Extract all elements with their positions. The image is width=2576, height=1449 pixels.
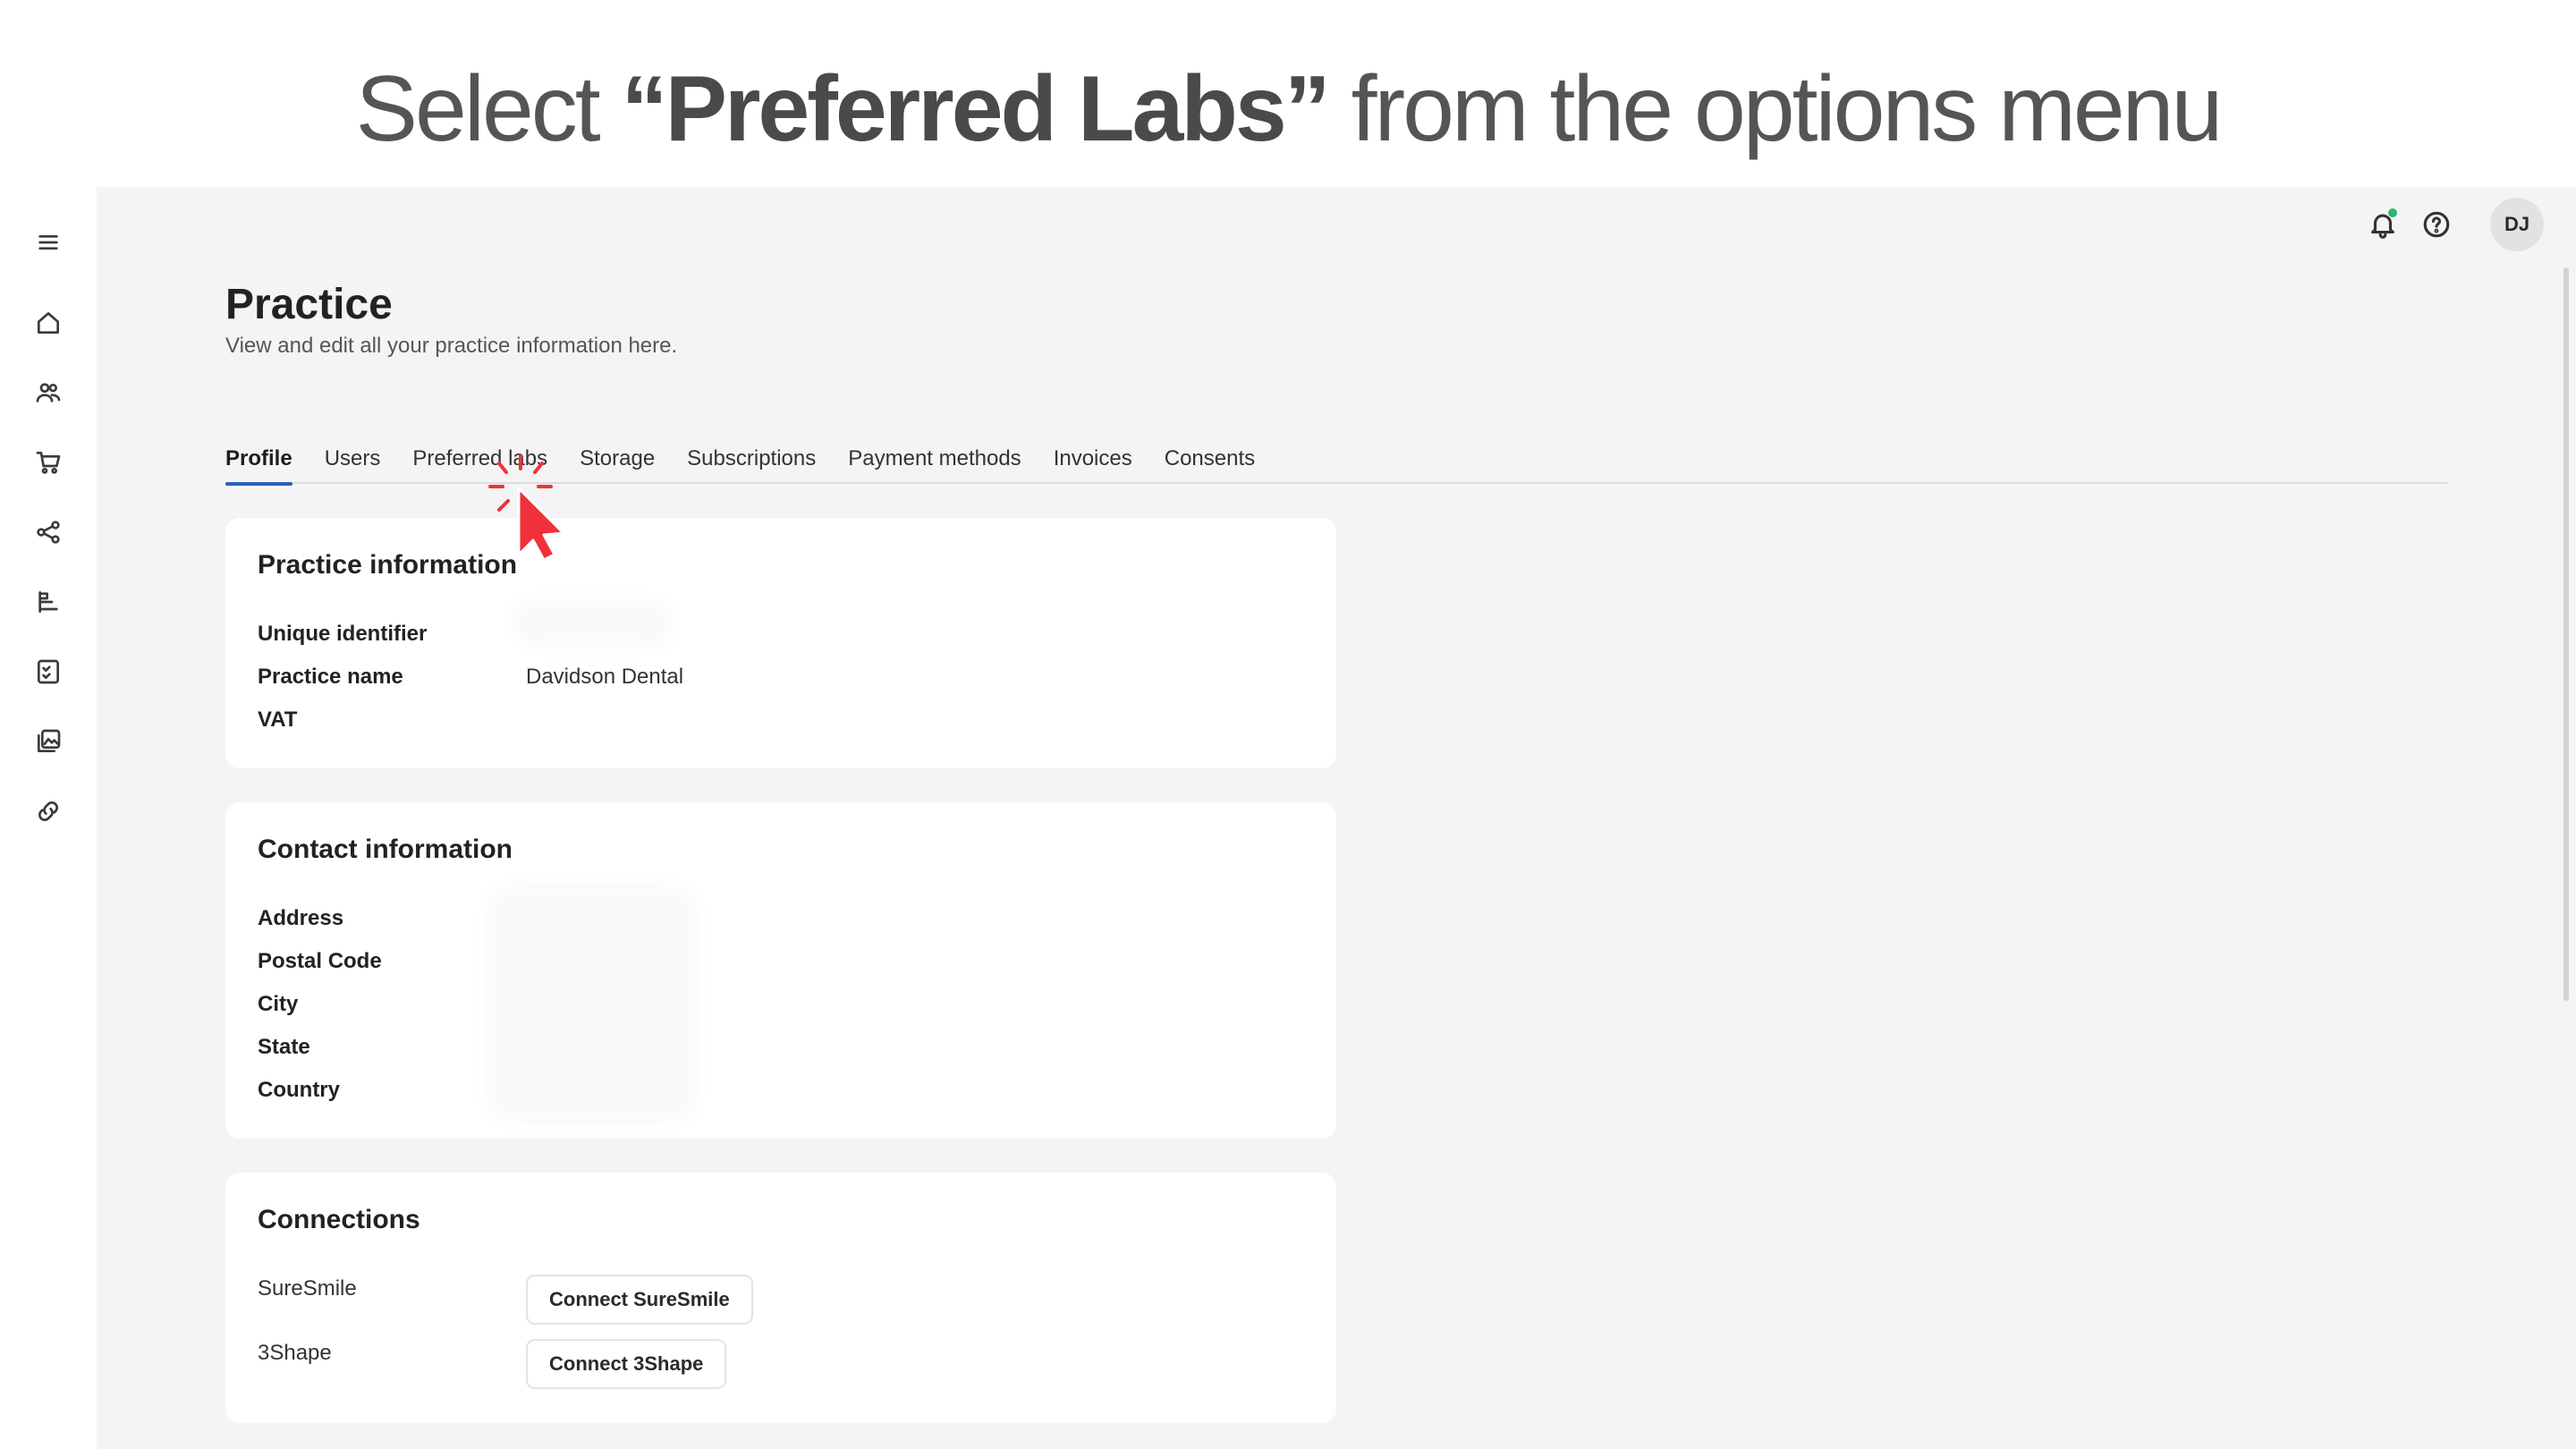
- tab-storage[interactable]: Storage: [580, 437, 655, 484]
- checklist-icon[interactable]: [30, 654, 66, 690]
- app-window: DJ Practice View and edit all your pract…: [0, 187, 2576, 1449]
- connect-3shape-button[interactable]: Connect 3Shape: [526, 1339, 727, 1389]
- gallery-icon[interactable]: [30, 724, 66, 759]
- field-label: City: [258, 992, 299, 1016]
- tab-consents[interactable]: Consents: [1165, 437, 1255, 484]
- field-label: Country: [258, 1078, 340, 1102]
- sidebar: [0, 187, 97, 1449]
- connection-label: SureSmile: [258, 1276, 357, 1301]
- card-title: Contact information: [258, 835, 513, 864]
- click-cursor-icon: [488, 454, 565, 562]
- filter-list-icon[interactable]: [30, 584, 66, 620]
- field-label: Postal Code: [258, 949, 382, 973]
- link-icon[interactable]: [30, 793, 66, 829]
- topbar: DJ: [2365, 198, 2544, 251]
- contact-information-card: Contact information Address Postal Code …: [225, 802, 1336, 1139]
- instruction-heading: Select “Preferred Labs” from the options…: [0, 55, 2576, 163]
- instruction-suffix: from the options menu: [1327, 57, 2224, 161]
- scrollbar[interactable]: [2563, 267, 2569, 1001]
- tab-payment-methods[interactable]: Payment methods: [848, 437, 1021, 484]
- home-icon[interactable]: [30, 305, 66, 341]
- connections-card: Connections SureSmile Connect SureSmile …: [225, 1173, 1336, 1423]
- redacted-value: [485, 883, 699, 1124]
- connection-label: 3Shape: [258, 1341, 332, 1365]
- main-content: DJ Practice View and edit all your pract…: [97, 187, 2576, 1449]
- menu-icon[interactable]: [30, 225, 66, 260]
- card-title: Connections: [258, 1205, 420, 1234]
- field-label: Practice name: [258, 665, 403, 689]
- card-title: Practice information: [258, 550, 518, 580]
- redacted-value: [512, 598, 673, 648]
- instruction-prefix: Select: [355, 57, 622, 161]
- tab-subscriptions[interactable]: Subscriptions: [687, 437, 816, 484]
- tab-invoices[interactable]: Invoices: [1054, 437, 1132, 484]
- tab-profile[interactable]: Profile: [225, 437, 292, 486]
- practice-information-card: Practice information Unique identifier P…: [225, 518, 1336, 768]
- page-title: Practice: [225, 281, 393, 328]
- share-icon[interactable]: [30, 514, 66, 550]
- page-subtitle: View and edit all your practice informat…: [225, 334, 678, 358]
- field-label: VAT: [258, 708, 298, 732]
- connect-suresmile-button[interactable]: Connect SureSmile: [526, 1275, 753, 1325]
- field-label: Unique identifier: [258, 622, 428, 646]
- field-value: Davidson Dental: [526, 665, 684, 689]
- users-icon[interactable]: [30, 375, 66, 411]
- tab-users[interactable]: Users: [325, 437, 381, 484]
- notification-dot: [2388, 208, 2397, 217]
- cart-icon[interactable]: [30, 445, 66, 480]
- instruction-highlight: “Preferred Labs”: [621, 57, 1331, 161]
- help-icon[interactable]: [2419, 207, 2454, 242]
- bell-icon[interactable]: [2365, 207, 2401, 242]
- avatar[interactable]: DJ: [2490, 198, 2544, 251]
- field-label: State: [258, 1035, 310, 1059]
- field-label: Address: [258, 906, 344, 930]
